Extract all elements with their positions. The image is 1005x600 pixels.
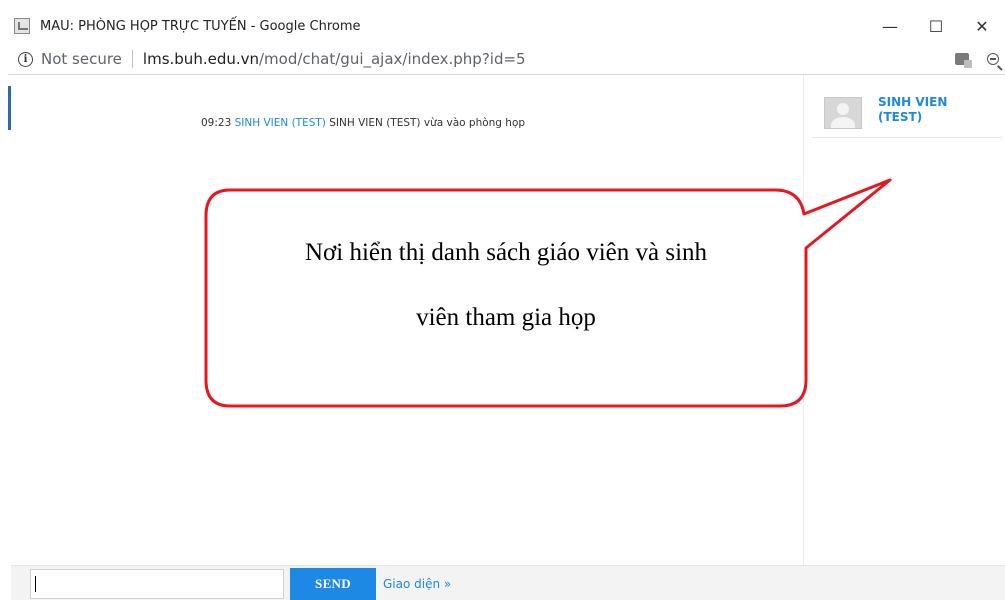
page-icon	[14, 18, 30, 34]
avatar	[824, 97, 862, 129]
window-title: MAU: PHÒNG HỌP TRỰC TUYẾN - Google Chrom…	[40, 18, 361, 34]
user-list-item[interactable]: SINH VIEN (TEST)	[812, 93, 1002, 138]
message-time: 09:23	[201, 117, 232, 129]
send-button[interactable]: SEND	[290, 568, 376, 600]
window-controls: — ☐ ✕	[867, 8, 1005, 44]
window-titlebar: MAU: PHÒNG HỌP TRỰC TUYẾN - Google Chrom…	[8, 8, 1005, 44]
translate-icon[interactable]	[955, 53, 972, 68]
zoom-out-icon[interactable]	[987, 53, 999, 65]
callout-text: Nơi hiển thị danh sách giáo viên và sinh…	[212, 220, 800, 350]
user-name[interactable]: SINH VIEN (TEST)	[878, 95, 974, 137]
address-divider	[131, 50, 133, 68]
security-label[interactable]: Not secure	[41, 50, 122, 68]
composer-bar: SEND Giao diện »	[11, 565, 1005, 600]
text-caret	[35, 576, 36, 592]
message-text: SINH VIEN (TEST) vừa vào phòng họp	[329, 117, 526, 129]
maximize-button[interactable]: ☐	[913, 8, 959, 44]
address-bar[interactable]: i Not secure lms.buh.edu.vn/mod/chat/gui…	[8, 44, 1005, 75]
callout-line-1: Nơi hiển thị danh sách giáo viên và sinh	[304, 239, 708, 266]
address-actions	[955, 44, 999, 74]
url-path[interactable]: /mod/chat/gui_ajax/index.php?id=5	[259, 50, 526, 68]
message-input[interactable]	[30, 569, 284, 599]
minimize-button[interactable]: —	[867, 8, 913, 44]
message-user-link[interactable]: SINH VIEN (TEST)	[235, 117, 326, 129]
url-host[interactable]: lms.buh.edu.vn	[143, 50, 259, 68]
callout-line-2: viên tham gia họp	[416, 304, 596, 331]
theme-link[interactable]: Giao diện »	[383, 577, 451, 591]
chat-message: 09:23 SINH VIEN (TEST) SINH VIEN (TEST) …	[201, 117, 525, 129]
info-icon[interactable]: i	[18, 51, 33, 67]
close-button[interactable]: ✕	[959, 8, 1005, 44]
